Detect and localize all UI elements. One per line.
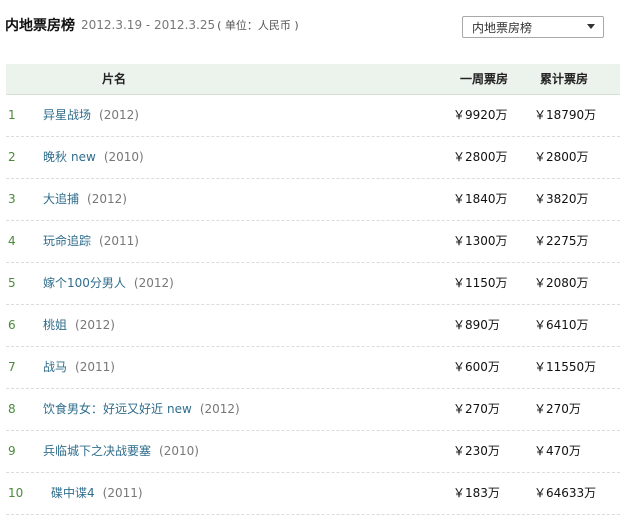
- total-box-office: ￥64633万: [534, 486, 597, 500]
- release-year: (2012): [75, 318, 115, 332]
- weekly-box-office: ￥183万: [453, 486, 500, 500]
- select-value: 内地票房榜: [472, 20, 533, 35]
- table-row: 7 战马 (2011) ￥600万 ￥11550万: [6, 347, 620, 389]
- table-row: 9 兵临城下之决战要塞 (2010) ￥230万 ￥470万: [6, 431, 620, 473]
- rank: 7: [8, 360, 16, 374]
- table-row: 6 桃姐 (2012) ￥890万 ￥6410万: [6, 305, 620, 347]
- rank: 2: [8, 150, 16, 164]
- total-box-office: ￥2080万: [534, 276, 589, 290]
- table-row: 5 嫁个100分男人 (2012) ￥1150万 ￥2080万: [6, 263, 620, 305]
- date-range: 2012.3.19 - 2012.3.25: [81, 18, 216, 32]
- movie-title-link[interactable]: 晚秋: [43, 150, 67, 164]
- movie-title-link[interactable]: 异星战场: [43, 108, 91, 122]
- movie-title-link[interactable]: 饮食男女：好远又好近: [43, 402, 163, 416]
- weekly-box-office: ￥890万: [453, 318, 500, 332]
- table-row: 4 玩命追踪 (2011) ￥1300万 ￥2275万: [6, 221, 620, 263]
- movie-cell: 碟中谍4 (2011): [51, 473, 143, 514]
- release-year: (2012): [133, 276, 174, 290]
- weekly-box-office: ￥1300万: [453, 234, 508, 248]
- release-year: (2012): [99, 108, 139, 122]
- weekly-box-office: ￥1150万: [453, 276, 508, 290]
- currency-unit: ( 单位：人民币 ): [217, 19, 299, 32]
- total-box-office: ￥18790万: [534, 108, 597, 122]
- weekly-box-office: ￥270万: [453, 402, 500, 416]
- movie-title-link[interactable]: 兵临城下之决战要塞: [43, 444, 151, 458]
- weekly-box-office: ￥230万: [453, 444, 500, 458]
- new-badge: new: [71, 150, 96, 164]
- table-header: 片名 一周票房 累计票房: [6, 64, 620, 95]
- release-year: (2012): [199, 402, 240, 416]
- release-year: (2011): [102, 486, 143, 500]
- movie-title-link[interactable]: 桃姐: [43, 318, 67, 332]
- rank: 5: [8, 276, 16, 290]
- movie-cell: 大追捕 (2012): [43, 179, 127, 220]
- release-year: (2010): [159, 444, 199, 458]
- weekly-box-office: ￥600万: [453, 360, 500, 374]
- column-header-total: 累计票房: [540, 72, 589, 86]
- movie-cell: 嫁个100分男人 (2012): [43, 263, 174, 304]
- rank: 4: [8, 234, 16, 248]
- weekly-box-office: ￥9920万: [453, 108, 508, 122]
- rank: 6: [8, 318, 16, 332]
- weekly-box-office: ￥2800万: [453, 150, 508, 164]
- table-body: 1 异星战场 (2012) ￥9920万 ￥18790万 2 晚秋 new (2010) ￥280…: [6, 95, 620, 515]
- table-row: 3 大追捕 (2012) ￥1840万 ￥3820万: [6, 179, 620, 221]
- movie-cell: 晚秋 new (2010): [43, 137, 144, 178]
- rank: 3: [8, 192, 16, 206]
- movie-title-link[interactable]: 嫁个100分男人: [43, 276, 126, 290]
- total-box-office: ￥2275万: [534, 234, 589, 248]
- rank: 8: [8, 402, 16, 416]
- movie-title-link[interactable]: 大追捕: [43, 192, 79, 206]
- movie-title-link[interactable]: 玩命追踪: [43, 234, 91, 248]
- total-box-office: ￥470万: [534, 444, 581, 458]
- rank: 10: [8, 486, 24, 500]
- movie-title-link[interactable]: 战马: [43, 360, 67, 374]
- total-box-office: ￥3820万: [534, 192, 589, 206]
- release-year: (2012): [87, 192, 127, 206]
- rank: 9: [8, 444, 16, 458]
- chart-type-select[interactable]: 内地票房榜: [462, 16, 604, 38]
- total-box-office: ￥11550万: [534, 360, 597, 374]
- header: 内地票房榜 2012.3.19 - 2012.3.25 ( 单位：人民币 ): [5, 13, 299, 37]
- page-title: 内地票房榜: [5, 18, 75, 34]
- column-header-name: 片名: [102, 72, 127, 86]
- total-box-office: ￥6410万: [534, 318, 589, 332]
- release-year: (2010): [103, 150, 144, 164]
- release-year: (2011): [99, 234, 139, 248]
- new-badge: new: [167, 402, 192, 416]
- rank: 1: [8, 108, 16, 122]
- box-office-table: 片名 一周票房 累计票房 1 异星战场 (2012) ￥9920万 ￥18790万 2 晚秋…: [6, 64, 620, 515]
- chevron-down-icon: [587, 24, 595, 29]
- movie-cell: 兵临城下之决战要塞 (2010): [43, 431, 199, 472]
- table-row: 8 饮食男女：好远又好近 new (2012) ￥270万 ￥270万: [6, 389, 620, 431]
- total-box-office: ￥270万: [534, 402, 581, 416]
- release-year: (2011): [75, 360, 115, 374]
- movie-cell: 饮食男女：好远又好近 new (2012): [43, 389, 240, 430]
- movie-cell: 战马 (2011): [43, 347, 115, 388]
- table-row: 2 晚秋 new (2010) ￥2800万 ￥2800万: [6, 137, 620, 179]
- movie-title-link[interactable]: 碟中谍4: [51, 486, 95, 500]
- movie-cell: 异星战场 (2012): [43, 95, 139, 136]
- table-row: 10 碟中谍4 (2011) ￥183万 ￥64633万: [6, 473, 620, 515]
- total-box-office: ￥2800万: [534, 150, 589, 164]
- weekly-box-office: ￥1840万: [453, 192, 508, 206]
- table-row: 1 异星战场 (2012) ￥9920万 ￥18790万: [6, 95, 620, 137]
- column-header-week: 一周票房: [460, 72, 509, 86]
- movie-cell: 玩命追踪 (2011): [43, 221, 139, 262]
- movie-cell: 桃姐 (2012): [43, 305, 115, 346]
